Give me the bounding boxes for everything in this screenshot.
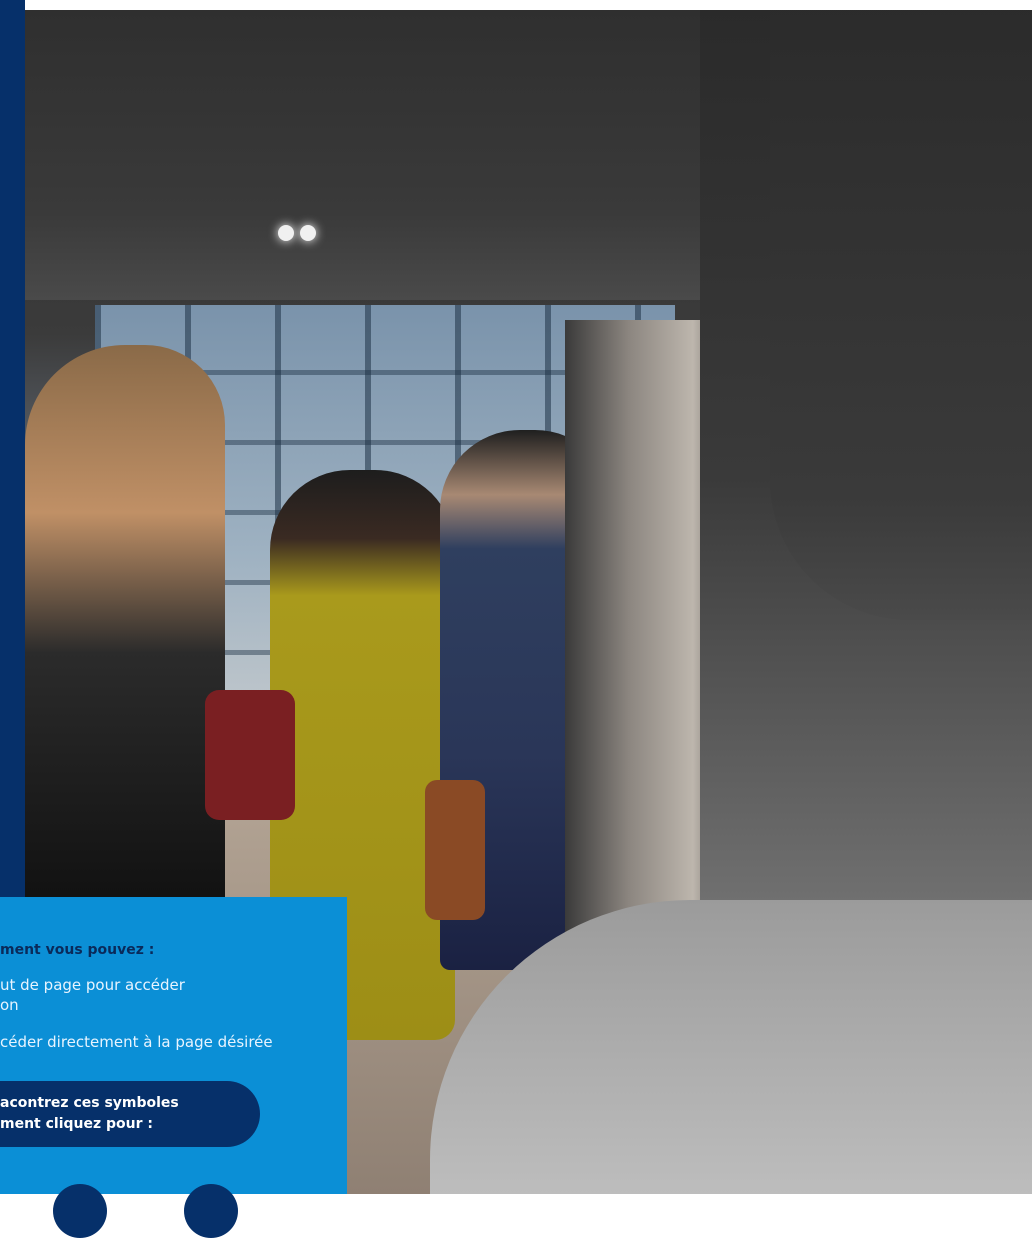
red-handbag bbox=[205, 690, 295, 820]
help-line-1: ut de page pour accéder bbox=[0, 976, 185, 994]
symbols-pill: acontrez ces symboles ment cliquez pour … bbox=[0, 1081, 260, 1147]
nav-symbol-button[interactable] bbox=[184, 1184, 238, 1238]
help-line-2: on bbox=[0, 996, 19, 1014]
ceiling-light bbox=[278, 225, 294, 241]
help-line-3: céder directement à la page désirée bbox=[0, 1033, 273, 1051]
passenger-left bbox=[25, 345, 225, 905]
ceiling-light bbox=[300, 225, 316, 241]
headrest bbox=[770, 0, 1032, 620]
nav-symbol-button[interactable] bbox=[53, 1184, 107, 1238]
top-margin bbox=[0, 0, 1032, 10]
brown-bag bbox=[425, 780, 485, 920]
navigation-help-panel: ment vous pouvez : ut de page pour accéd… bbox=[0, 897, 347, 1238]
pill-line-2: ment cliquez pour : bbox=[0, 1116, 154, 1132]
pill-line-1: acontrez ces symboles bbox=[0, 1095, 179, 1111]
help-heading: ment vous pouvez : bbox=[0, 942, 155, 958]
